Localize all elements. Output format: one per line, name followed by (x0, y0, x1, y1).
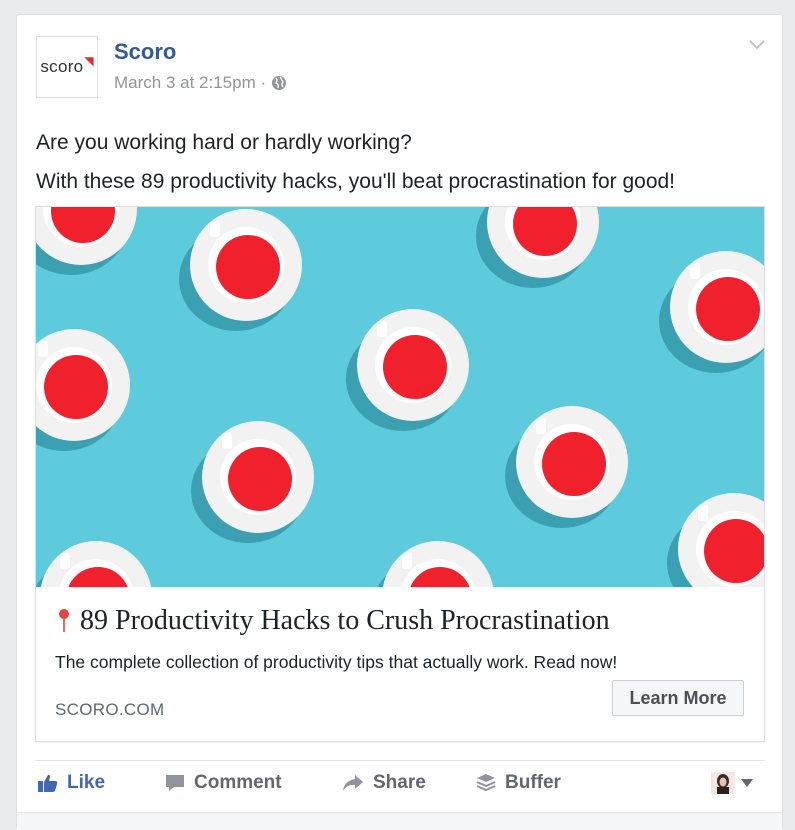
thumbs-up-icon (38, 774, 58, 792)
post-card: scoro ◥ Scoro March 3 at 2:15pm · Are you… (16, 14, 783, 830)
post-text: Are you working hard or hardly working? … (36, 123, 675, 201)
teacup-shape (476, 207, 599, 288)
comments-area (17, 812, 782, 830)
page-name-link[interactable]: Scoro (114, 39, 176, 65)
post-meta: March 3 at 2:15pm · (114, 73, 287, 93)
post-text-line: With these 89 productivity hacks, you'll… (36, 170, 676, 193)
like-button[interactable]: Like (37, 772, 105, 794)
learn-more-button[interactable]: Learn More (612, 680, 744, 716)
comment-button[interactable]: Comment (164, 772, 282, 794)
share-label: Share (373, 772, 426, 793)
page-avatar[interactable]: scoro ◥ (36, 36, 98, 98)
teacup-shape (179, 209, 302, 331)
link-image[interactable] (36, 207, 764, 587)
link-domain: SCORO.COM (55, 700, 165, 719)
teacup-shape (346, 309, 469, 431)
teacup-shape (36, 207, 137, 275)
comment-icon (166, 775, 184, 791)
teacup-shape (505, 406, 628, 528)
action-divider (35, 760, 765, 761)
buffer-label: Buffer (505, 772, 561, 793)
teacup-shape (36, 541, 152, 587)
link-description: The complete collection of productivity … (55, 652, 618, 672)
caret-down-icon (741, 779, 753, 787)
teacup-shape (36, 329, 130, 451)
teacup-shape (667, 493, 764, 587)
link-preview[interactable]: 89 Productivity Hacks to Crush Procrasti… (35, 206, 765, 742)
buffer-button[interactable]: Buffer (475, 772, 561, 794)
teacup-shape (659, 251, 764, 373)
profile-avatar (711, 772, 735, 794)
comment-label: Comment (194, 772, 282, 793)
pin-icon (59, 609, 69, 632)
avatar-logo-text: scoro (40, 57, 84, 76)
share-icon (343, 775, 363, 791)
link-title-text: 89 Productivity Hacks to Crush Procrasti… (80, 605, 610, 636)
link-title[interactable]: 89 Productivity Hacks to Crush Procrasti… (58, 605, 610, 637)
chevron-down-icon[interactable] (748, 39, 766, 51)
globe-icon[interactable] (271, 75, 287, 91)
post-timestamp[interactable]: March 3 at 2:15pm · (114, 73, 266, 93)
share-button[interactable]: Share (341, 772, 426, 794)
teacup-shape (377, 541, 494, 587)
like-label: Like (67, 772, 106, 793)
logo-mark-icon: ◥ (84, 54, 94, 68)
post-text-line: Are you working hard or hardly working? (36, 131, 412, 154)
teacup-shape (191, 421, 314, 543)
action-bar: Like Comment Share Buffer (35, 772, 765, 802)
teacups-image (36, 207, 764, 587)
profile-selector[interactable] (711, 772, 753, 794)
buffer-icon (476, 774, 496, 792)
